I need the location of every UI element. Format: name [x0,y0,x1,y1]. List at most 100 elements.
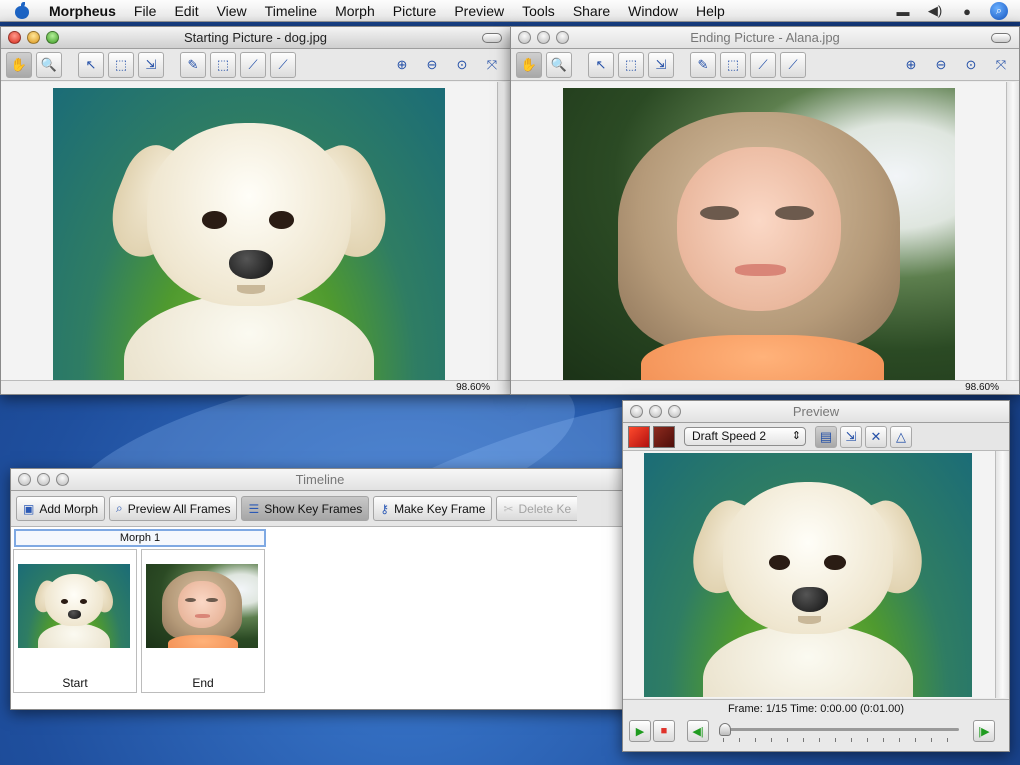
menu-view[interactable]: View [208,0,256,22]
select-arrow-icon[interactable]: ↖ [78,51,104,78]
apple-icon[interactable] [14,1,30,20]
select-box-icon[interactable]: ⬚ [618,51,644,78]
edit-line-icon[interactable]: ⟋ [240,51,266,78]
close-icon[interactable] [518,31,531,44]
volume-icon[interactable]: ◀) [926,3,944,19]
title-bar[interactable]: Ending Picture - Alana.jpg [511,27,1019,49]
zoom-in-icon[interactable]: ⊕ [898,52,924,78]
vertical-scrollbar[interactable] [995,451,1009,698]
spotlight-icon[interactable]: ⌕ [990,2,1008,20]
minimize-icon[interactable] [27,31,40,44]
morph-header[interactable]: Morph 1 [14,529,266,547]
magnify-icon[interactable]: 🔍 [36,51,62,78]
close-icon[interactable] [8,31,21,44]
picture-toolbar: ✋ 🔍 ↖ ⬚ ⇲ ✎ ⬚ ⟋ ⟋ ⊕ ⊖ ⊙ ⤧ [511,49,1019,81]
add-morph-button[interactable]: ▣ Add Morph [16,496,106,521]
frame-start[interactable]: Start [13,549,137,693]
add-line-icon[interactable]: ⟋ [270,51,296,78]
girl-picture [563,88,955,380]
zoom-actual-icon[interactable]: ⊙ [958,52,984,78]
menu-timeline[interactable]: Timeline [256,0,326,22]
zoom-window-icon[interactable] [46,31,59,44]
zoom-out-icon[interactable]: ⊖ [928,52,954,78]
zoom-out-icon[interactable]: ⊖ [419,52,445,78]
magnify-icon: ⌕ [116,501,123,515]
zoom-window-icon[interactable] [56,473,69,486]
slider-knob[interactable] [719,723,731,736]
vertical-scrollbar[interactable] [1006,82,1019,380]
magnify-icon[interactable]: 🔍 [546,51,572,78]
show-image-icon[interactable]: ▤ [815,425,837,448]
menu-morph[interactable]: Morph [326,0,384,22]
show-lines-icon[interactable]: ✕ [865,425,887,448]
slider-ticks [723,738,959,742]
preview-picture [644,453,972,697]
vertical-scrollbar[interactable] [497,82,510,380]
menu-edit[interactable]: Edit [165,0,207,22]
zoom-in-icon[interactable]: ⊕ [389,52,415,78]
delete-key-frame-button[interactable]: ✂ Delete Ke [496,496,578,521]
marquee-icon[interactable]: ⬚ [720,51,746,78]
end-color-swatch[interactable] [653,425,675,448]
user-icon[interactable]: ● [958,3,976,19]
hand-icon[interactable]: ✋ [6,51,32,78]
add-point-icon[interactable]: ✎ [690,51,716,78]
play-icon[interactable]: ▶ [629,720,651,742]
start-color-swatch[interactable] [628,425,650,448]
add-morph-icon: ▣ [23,501,35,516]
frame-end[interactable]: End [141,549,265,693]
preview-all-frames-button[interactable]: ⌕ Preview All Frames [109,496,238,521]
display-icon[interactable]: ▬ [894,3,912,19]
zoom-window-icon[interactable] [668,405,681,418]
show-triangles-icon[interactable]: △ [890,425,912,448]
close-icon[interactable] [630,405,643,418]
toolbar-toggle-button[interactable] [991,33,1011,43]
select-box-icon[interactable]: ⬚ [108,51,134,78]
preview-canvas [623,451,995,698]
move-points-icon[interactable]: ⇲ [648,51,674,78]
frame-slider[interactable] [719,723,959,736]
timeline-frames-area: Morph 1 Start End [11,527,629,709]
minimize-icon[interactable] [649,405,662,418]
add-point-icon[interactable]: ✎ [180,51,206,78]
hand-icon[interactable]: ✋ [516,51,542,78]
make-key-frame-button[interactable]: ⚷ Make Key Frame [373,496,493,521]
move-points-icon[interactable]: ⇲ [138,51,164,78]
menu-picture[interactable]: Picture [384,0,446,22]
step-back-icon[interactable]: ◀| [687,720,709,742]
picture-canvas[interactable] [511,82,1006,380]
title-bar[interactable]: Timeline [11,469,629,491]
menu-morpheus[interactable]: Morpheus [40,0,125,22]
show-key-frames-button[interactable]: ☰ Show Key Frames [241,496,370,521]
picture-canvas[interactable] [1,82,497,380]
toolbar-toggle-button[interactable] [482,33,502,43]
timeline-toolbar: ▣ Add Morph ⌕ Preview All Frames ☰ Show Key… [11,491,629,527]
delete-key-icon: ✂ [503,501,514,516]
zoom-fit-icon[interactable]: ⤧ [479,52,505,78]
menu-preview[interactable]: Preview [445,0,513,22]
menu-share[interactable]: Share [564,0,619,22]
zoom-window-icon[interactable] [556,31,569,44]
frame-label: End [192,676,214,690]
ending-picture-window: Ending Picture - Alana.jpg ✋ 🔍 ↖ ⬚ ⇲ ✎ ⬚… [510,26,1020,395]
minimize-icon[interactable] [37,473,50,486]
menu-file[interactable]: File [125,0,166,22]
zoom-actual-icon[interactable]: ⊙ [449,52,475,78]
zoom-fit-icon[interactable]: ⤧ [988,52,1014,78]
menu-window[interactable]: Window [619,0,687,22]
title-bar[interactable]: Starting Picture - dog.jpg [1,27,510,49]
menu-help[interactable]: Help [687,0,734,22]
show-points-icon[interactable]: ⇲ [840,425,862,448]
key-icon: ⚷ [380,501,390,516]
marquee-icon[interactable]: ⬚ [210,51,236,78]
select-arrow-icon[interactable]: ↖ [588,51,614,78]
add-line-icon[interactable]: ⟋ [780,51,806,78]
stop-icon[interactable]: ■ [653,720,675,742]
edit-line-icon[interactable]: ⟋ [750,51,776,78]
minimize-icon[interactable] [537,31,550,44]
close-icon[interactable] [18,473,31,486]
menu-tools[interactable]: Tools [513,0,564,22]
step-forward-icon[interactable]: |▶ [973,720,995,742]
speed-select[interactable]: Draft Speed 2 [684,427,806,446]
title-bar[interactable]: Preview [623,401,1009,423]
